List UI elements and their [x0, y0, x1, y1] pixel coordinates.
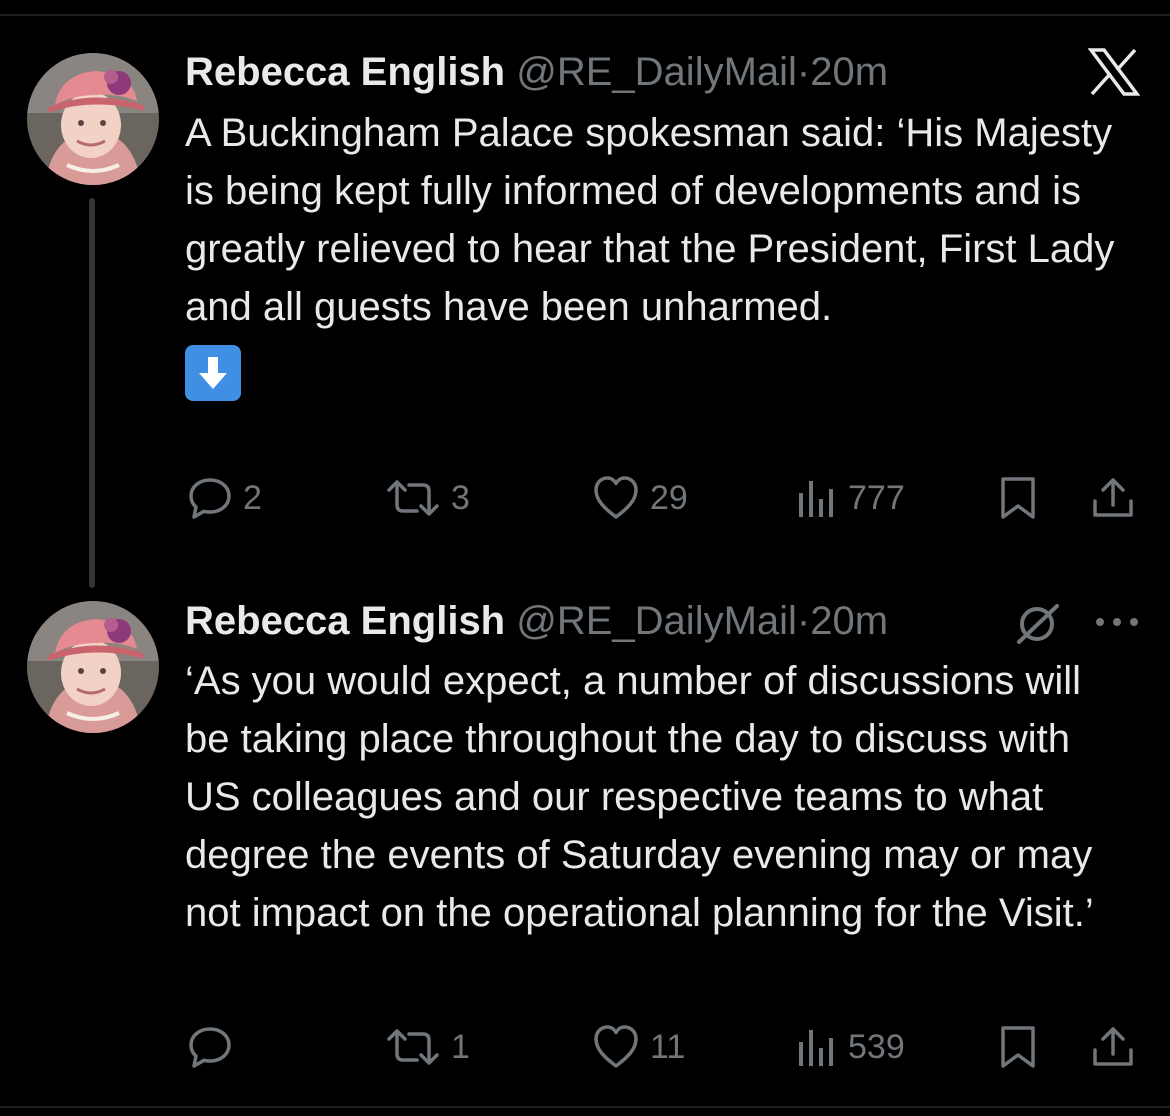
tweet-text: A Buckingham Palace spokesman said: ‘His… [185, 104, 1135, 402]
like-button[interactable]: 29 [592, 473, 688, 523]
bookmark-button[interactable] [998, 473, 1038, 523]
separator: · [796, 599, 811, 643]
bottom-divider [0, 1106, 1170, 1108]
bookmark-icon [1001, 477, 1035, 519]
views-icon [799, 1030, 833, 1066]
like-count: 29 [650, 478, 688, 517]
like-button[interactable]: 11 [592, 1022, 685, 1072]
down-arrow-emoji [185, 345, 241, 402]
avatar[interactable] [27, 53, 159, 185]
display-name[interactable]: Rebecca English [185, 50, 505, 94]
views-count: 539 [848, 1027, 905, 1066]
like-count: 11 [650, 1027, 686, 1066]
timestamp[interactable]: 20m [810, 599, 888, 643]
views-button[interactable]: 539 [796, 1022, 905, 1072]
reply-count: 2 [243, 478, 262, 517]
share-button[interactable] [1090, 1022, 1136, 1072]
views-button[interactable]: 777 [796, 473, 905, 523]
handle[interactable]: @RE_DailyMail [516, 50, 797, 94]
share-button[interactable] [1090, 473, 1136, 523]
retweet-count: 3 [451, 478, 470, 517]
share-icon [1093, 478, 1133, 517]
reply-icon [189, 478, 231, 519]
tweet-header: Rebecca English @RE_DailyMail·20m [185, 598, 888, 644]
tweet[interactable]: Rebecca English @RE_DailyMail·20m ‘As yo… [0, 560, 1170, 1106]
views-count: 777 [848, 478, 905, 517]
action-bar: 2 3 29 777 [0, 473, 1170, 523]
views-icon [799, 481, 833, 517]
avatar[interactable] [27, 601, 159, 733]
reply-icon [189, 1027, 231, 1068]
retweet-button[interactable]: 3 [385, 473, 470, 523]
bookmark-icon [1001, 1026, 1035, 1068]
retweet-button[interactable]: 1 [385, 1022, 470, 1072]
more-icon[interactable] [1093, 615, 1141, 629]
tweet-text-content: A Buckingham Palace spokesman said: ‘His… [185, 111, 1115, 329]
handle[interactable]: @RE_DailyMail [516, 599, 797, 643]
grok-icon[interactable] [1015, 602, 1061, 646]
tweet[interactable]: Rebecca English @RE_DailyMail·20m A Buck… [0, 0, 1170, 560]
like-icon [594, 1025, 638, 1068]
reply-button[interactable] [187, 1022, 243, 1072]
tweet-text: ‘As you would expect, a number of discus… [185, 652, 1135, 942]
retweet-icon [387, 480, 439, 516]
timestamp[interactable]: 20m [810, 50, 888, 94]
display-name[interactable]: Rebecca English [185, 599, 505, 643]
retweet-icon [387, 1029, 439, 1065]
like-icon [594, 476, 638, 519]
separator: · [796, 50, 811, 94]
bookmark-button[interactable] [998, 1022, 1038, 1072]
tweet-header: Rebecca English @RE_DailyMail·20m [185, 49, 888, 95]
reply-button[interactable]: 2 [187, 473, 262, 523]
retweet-count: 1 [451, 1027, 470, 1066]
share-icon [1093, 1027, 1133, 1066]
tweet-text-content: ‘As you would expect, a number of discus… [185, 659, 1094, 935]
action-bar: 1 11 539 [0, 1022, 1170, 1072]
